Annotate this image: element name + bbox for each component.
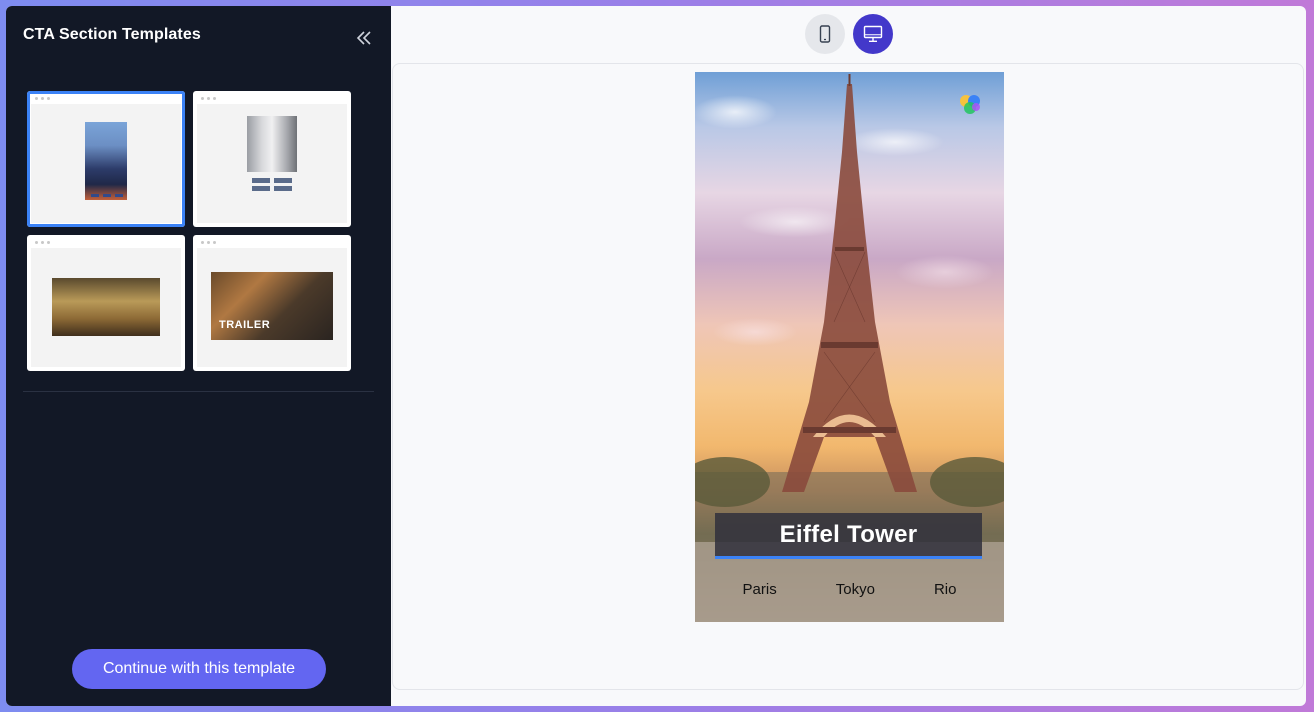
thumbnail-button	[115, 194, 123, 197]
template-preview: TRAILER	[197, 248, 347, 367]
template-grid: TRAILER	[27, 91, 351, 371]
template-preview	[197, 104, 347, 223]
continue-button[interactable]: Continue with this template	[72, 649, 326, 689]
thumbnail-button	[274, 186, 292, 191]
sidebar-title: CTA Section Templates	[23, 26, 201, 43]
thumbnail-button	[252, 186, 270, 191]
window-dots	[35, 241, 50, 244]
desktop-view-button[interactable]	[852, 14, 893, 54]
preview-title: Eiffel Tower	[779, 520, 918, 548]
device-toolbar	[391, 14, 1306, 56]
preview-title-banner: Eiffel Tower	[715, 513, 982, 559]
thumbnail-button	[103, 194, 111, 197]
template-thumbnail-image	[85, 122, 127, 200]
thumbnail-button	[91, 194, 99, 197]
city-link-rio[interactable]: Rio	[934, 581, 957, 598]
template-card-4[interactable]: TRAILER	[193, 235, 351, 371]
window-dots	[35, 97, 50, 100]
brand-logo-icon	[960, 95, 980, 114]
template-sidebar: CTA Section Templates TRAILER Continue w…	[6, 6, 391, 706]
city-link-paris[interactable]: Paris	[743, 581, 777, 598]
thumbnail-button	[274, 178, 292, 183]
app-window: CTA Section Templates TRAILER Continue w…	[6, 6, 1306, 706]
template-thumbnail-image	[247, 116, 297, 172]
mobile-icon	[819, 25, 830, 43]
desktop-icon	[863, 25, 882, 42]
city-link-tokyo[interactable]: Tokyo	[836, 581, 875, 598]
collapse-sidebar-button[interactable]	[353, 28, 375, 48]
mobile-view-button[interactable]	[804, 14, 845, 54]
template-card-3[interactable]	[27, 235, 185, 371]
template-preview	[31, 104, 181, 223]
template-card-1[interactable]	[27, 91, 185, 227]
thumbnail-overlay-text: TRAILER	[219, 319, 271, 331]
template-card-2[interactable]	[193, 91, 351, 227]
sidebar-divider	[23, 391, 374, 392]
window-dots	[201, 241, 216, 244]
window-dots	[201, 97, 216, 100]
city-links: Paris Tokyo Rio	[695, 581, 1004, 598]
thumbnail-button	[252, 178, 270, 183]
double-chevron-left-icon	[356, 31, 371, 45]
preview-area: Eiffel Tower Paris Tokyo Rio	[391, 6, 1306, 706]
template-preview	[31, 248, 181, 367]
preview-panel: Eiffel Tower Paris Tokyo Rio	[392, 63, 1304, 690]
template-thumbnail-image	[52, 278, 160, 336]
cta-preview: Eiffel Tower Paris Tokyo Rio	[695, 72, 1004, 622]
